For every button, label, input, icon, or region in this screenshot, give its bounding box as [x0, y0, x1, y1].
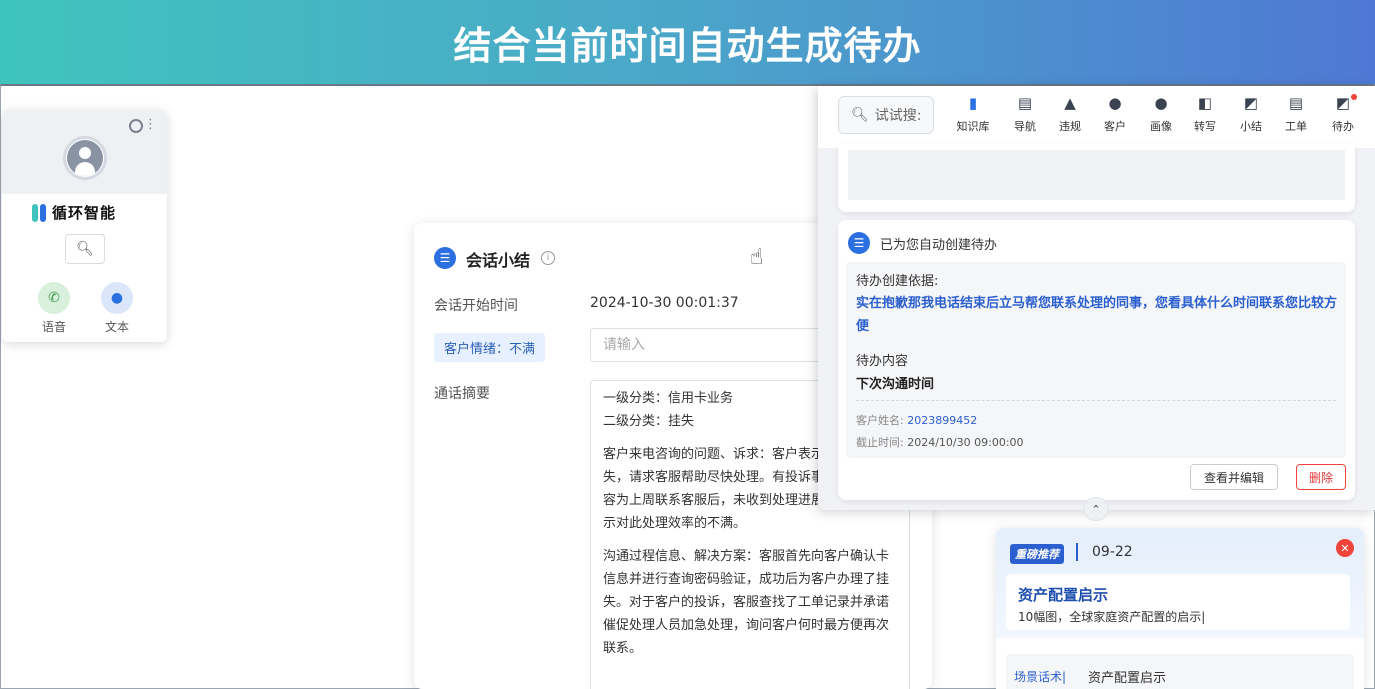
- scene-script-text: 资产配置启示: [1088, 671, 1167, 686]
- emotion-tag: 客户情绪：不满: [434, 333, 546, 362]
- assistant-panel: 🔍︎ 试试搜: ▮ 知识库 ▤ 导航 ▲ 违规 ● 客户 ● 画像 ◧ 转写 ◩ 小结 ▤ 工单…: [818, 86, 1375, 510]
- tool-todo[interactable]: ◩ 待办: [1320, 94, 1366, 134]
- book-icon: ▮: [968, 94, 978, 112]
- customer-value: 2023899452: [907, 414, 978, 427]
- tool-label: 转写: [1194, 120, 1216, 133]
- info-icon[interactable]: i: [541, 251, 555, 265]
- try-search-label: 试试搜:: [874, 108, 922, 124]
- search-icon: 🔍︎: [76, 241, 94, 257]
- avatar: [63, 136, 107, 180]
- transcribe-icon: ◧: [1197, 94, 1213, 112]
- warning-icon: ▲: [1064, 94, 1076, 112]
- voice-button[interactable]: ✆: [38, 282, 70, 314]
- recommend-date: 09-22: [1092, 544, 1133, 560]
- deadline-meta: 截止时间: 2024/10/30 09:00:00: [856, 434, 1024, 450]
- customer-label: 客户姓名:: [856, 414, 904, 427]
- scene-script-item[interactable]: 场景话术| 资产配置启示: [1006, 654, 1354, 689]
- widget-header: ⋮: [2, 110, 167, 194]
- gear-icon[interactable]: [129, 119, 143, 133]
- tool-label: 违规: [1059, 120, 1081, 133]
- summary-icon: ☰: [434, 247, 456, 269]
- deadline-label: 截止时间:: [856, 436, 904, 449]
- start-time-label: 会话开始时间: [434, 298, 518, 314]
- toolbar: 🔍︎ 试试搜: ▮ 知识库 ▤ 导航 ▲ 违规 ● 客户 ● 画像 ◧ 转写 ◩ 小结 ▤ 工单…: [818, 86, 1375, 148]
- tool-label: 待办: [1332, 120, 1354, 133]
- content-value: 下次沟通时间: [856, 377, 935, 392]
- abstract-label: 通话摘要: [434, 386, 490, 402]
- basis-text: 实在抱歉那我电话结束后立马帮您联系处理的同事，您看具体什么时间联系您比较方便: [856, 296, 1338, 334]
- tool-summary[interactable]: ◩ 小结: [1228, 94, 1274, 134]
- start-time-value: 2024-10-30 00:01:37: [590, 295, 739, 311]
- divider: [856, 400, 1336, 401]
- search-icon: 🔍︎: [851, 107, 869, 123]
- brand-logo: 循环智能: [32, 202, 116, 223]
- summary-title: 会话小结: [466, 251, 531, 270]
- tool-label: 导航: [1014, 120, 1036, 133]
- banner-title: 结合当前时间自动生成待办: [453, 23, 922, 68]
- summary-icon: ◩: [1243, 94, 1259, 112]
- tool-navigation[interactable]: ▤ 导航: [1002, 94, 1048, 134]
- basis-label: 待办创建依据:: [856, 274, 939, 289]
- recommend-header: 重磅推荐 09-22 ✕ 资产配置启示 10幅图，全球家庭资产配置的启示|: [996, 528, 1364, 638]
- tool-transcribe[interactable]: ◧ 转写: [1182, 94, 1228, 134]
- todo-header: 已为您自动创建待办: [880, 238, 998, 253]
- recommend-title: 资产配置启示: [1018, 586, 1109, 604]
- portrait-icon: ●: [1154, 94, 1168, 112]
- tool-portrait[interactable]: ● 画像: [1138, 94, 1184, 134]
- text-button[interactable]: ●: [101, 282, 133, 314]
- collapse-up-icon[interactable]: ⌃: [1083, 497, 1109, 521]
- phone-icon: ✆: [48, 290, 60, 306]
- recommend-badge: 重磅推荐: [1010, 544, 1064, 564]
- close-icon[interactable]: ✕: [1336, 539, 1354, 557]
- search-button[interactable]: 🔍︎: [65, 234, 105, 264]
- tool-ticket[interactable]: ▤ 工单: [1273, 94, 1319, 134]
- todo-icon: ☰: [848, 232, 870, 254]
- deadline-value: 2024/10/30 09:00:00: [907, 436, 1024, 449]
- text-label: 文本: [105, 320, 130, 334]
- recommend-desc: 10幅图，全球家庭资产配置的启示|: [1018, 610, 1206, 624]
- more-icon[interactable]: ⋮: [144, 118, 157, 132]
- tool-customer[interactable]: ● 客户: [1092, 94, 1138, 134]
- chat-icon: ●: [110, 290, 124, 306]
- delete-button[interactable]: 删除: [1296, 464, 1346, 490]
- tool-label: 知识库: [956, 120, 990, 133]
- previous-card-content: [848, 150, 1345, 200]
- ticket-icon: ▤: [1288, 94, 1304, 112]
- tool-label: 客户: [1104, 120, 1126, 133]
- separator: [1076, 543, 1078, 561]
- hand-cursor-icon: ☝: [750, 245, 764, 270]
- content-label: 待办内容: [856, 354, 909, 369]
- todo-icon: ◩: [1335, 94, 1351, 112]
- customer-meta: 客户姓名: 2023899452: [856, 412, 977, 428]
- previous-card: [838, 144, 1355, 212]
- banner: 结合当前时间自动生成待办: [0, 0, 1375, 84]
- voice-label: 语音: [42, 320, 67, 334]
- todo-body: 待办创建依据: 实在抱歉那我电话结束后立马帮您联系处理的同事，您看具体什么时间联…: [846, 262, 1346, 458]
- logo-icon: [32, 203, 46, 222]
- tool-violation[interactable]: ▲ 违规: [1047, 94, 1093, 134]
- scene-script-tag: 场景话术|: [1014, 670, 1067, 684]
- abstract-paragraph: 沟通过程信息、解决方案：客服首先向客户确认卡信息并进行查询密码验证，成功后为客户…: [603, 549, 890, 656]
- recommend-card: 重磅推荐 09-22 ✕ 资产配置启示 10幅图，全球家庭资产配置的启示| 场景…: [996, 528, 1364, 689]
- try-search-button[interactable]: 🔍︎ 试试搜:: [838, 96, 934, 134]
- user-avatar-icon: [67, 140, 103, 176]
- tool-label: 画像: [1150, 120, 1172, 133]
- notification-dot: [1351, 94, 1357, 100]
- recommend-item[interactable]: 资产配置启示 10幅图，全球家庭资产配置的启示|: [1006, 574, 1350, 630]
- user-icon: ●: [1108, 94, 1122, 112]
- tool-knowledge-base[interactable]: ▮ 知识库: [950, 94, 996, 134]
- view-edit-button[interactable]: 查看并编辑: [1190, 464, 1278, 490]
- softphone-widget: ⋮ 循环智能 🔍︎ ✆ 语音 ● 文本: [2, 110, 167, 342]
- brand-name: 循环智能: [52, 204, 117, 222]
- doc-icon: ▤: [1017, 94, 1033, 112]
- tool-label: 工单: [1285, 120, 1307, 133]
- tool-label: 小结: [1240, 120, 1262, 133]
- todo-card: ☰ 已为您自动创建待办 待办创建依据: 实在抱歉那我电话结束后立马帮您联系处理的…: [838, 220, 1355, 500]
